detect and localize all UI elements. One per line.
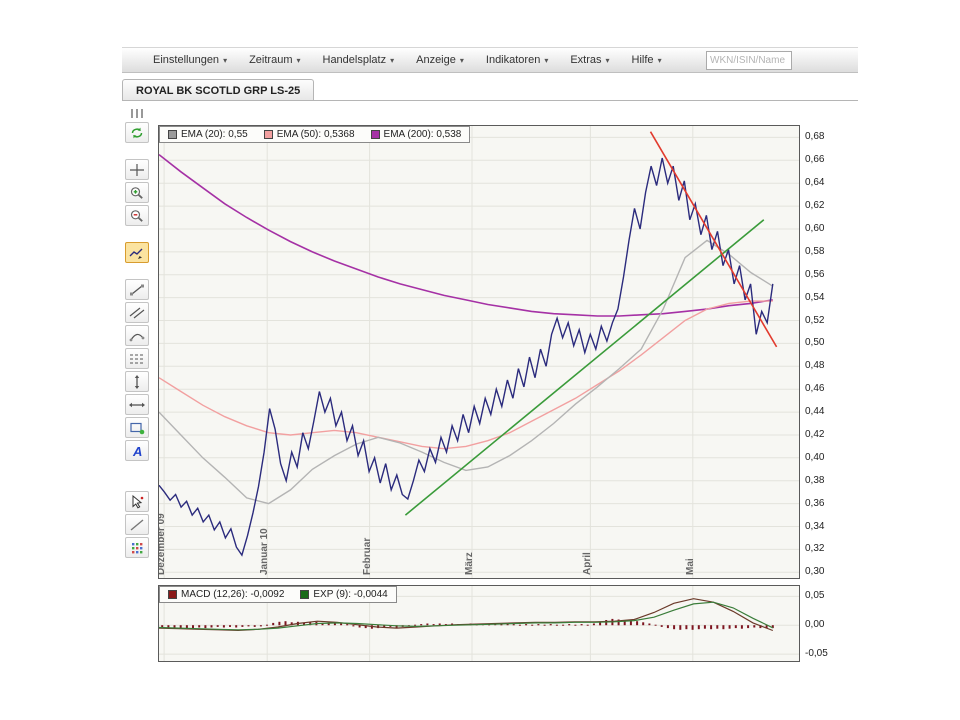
y-tick-label: 0,42: [805, 428, 825, 440]
y-tick-label: 0,32: [805, 543, 825, 555]
month-label: Januar 10: [259, 528, 271, 575]
chevron-down-icon: ▾: [605, 55, 610, 65]
legend-ema20: EMA (20): 0,55: [168, 129, 248, 140]
menu-label: Zeitraum: [249, 54, 293, 66]
horizontal-line-tool-icon[interactable]: [125, 394, 149, 415]
menu-label: Hilfe: [631, 54, 654, 66]
rectangle-tool-icon[interactable]: [125, 417, 149, 438]
legend-label: MACD (12,26): -0,0092: [181, 589, 285, 600]
ema50-swatch: [263, 130, 273, 139]
ema200-swatch: [370, 130, 380, 139]
chart-pointer-tool-icon[interactable]: [125, 242, 149, 263]
crosshair-icon[interactable]: [125, 159, 149, 180]
y-tick-label: 0,60: [805, 222, 825, 234]
chevron-down-icon: ▾: [223, 55, 228, 65]
y-tick-label: 0,64: [805, 177, 825, 189]
main-chart-legend: EMA (20): 0,55 EMA (50): 0,5368 EMA (200…: [159, 126, 471, 143]
y-tick-label: 0,00: [805, 619, 825, 631]
y-tick-label: 0,44: [805, 406, 825, 418]
menu-label: Anzeige: [416, 54, 456, 66]
menu-extras[interactable]: Extras ▾: [559, 54, 620, 66]
chevron-down-icon: ▾: [296, 55, 301, 65]
legend-label: EMA (50): 0,5368: [276, 129, 355, 140]
y-tick-label: 0,68: [805, 131, 825, 143]
month-label: Mai: [684, 558, 696, 575]
svg-text:A: A: [132, 444, 142, 458]
y-tick-label: 0,40: [805, 451, 825, 463]
chevron-down-icon: ▾: [390, 55, 395, 65]
macd-swatch: [168, 590, 177, 599]
macd-plot[interactable]: MACD (12,26): -0,0092 EXP (9): -0,0044: [158, 585, 800, 662]
wkn-search-input[interactable]: [706, 50, 792, 70]
month-label: April: [582, 552, 594, 575]
legend-ema200: EMA (200): 0,538: [370, 129, 462, 140]
legend-exp: EXP (9): -0,0044: [300, 589, 388, 600]
exp-swatch: [300, 590, 310, 599]
zoom-in-icon[interactable]: [125, 182, 149, 203]
zoom-out-icon[interactable]: [125, 205, 149, 226]
legend-ema50: EMA (50): 0,5368: [263, 129, 355, 140]
main-plot[interactable]: EMA (20): 0,55 EMA (50): 0,5368 EMA (200…: [158, 125, 800, 579]
y-tick-label: 0,62: [805, 200, 825, 212]
menu-handelsplatz[interactable]: Handelsplatz ▾: [312, 54, 406, 66]
y-tick-label: 0,66: [805, 154, 825, 166]
menu-label: Handelsplatz: [322, 54, 387, 66]
legend-macd: MACD (12,26): -0,0092: [168, 589, 284, 600]
cursor-tool-icon[interactable]: [125, 491, 149, 512]
y-tick-label: 0,58: [805, 245, 825, 257]
tab-instrument[interactable]: ROYAL BK SCOTLD GRP LS-25: [122, 79, 315, 101]
tab-underline: [122, 100, 858, 101]
main-chart-svg: [159, 126, 799, 578]
y-tick-label: 0,30: [805, 566, 825, 578]
month-label: Februar: [361, 537, 373, 575]
y-tick-label: 0,52: [805, 314, 825, 326]
menubar: Einstellungen ▾ Zeitraum ▾ Handelsplatz ▾ A…: [122, 47, 858, 73]
y-tick-label: 0,54: [805, 291, 825, 303]
macd-y-axis: 0,05 0,00 -0,05: [801, 585, 841, 665]
chevron-down-icon: ▾: [657, 55, 662, 65]
macd-legend: MACD (12,26): -0,0092 EXP (9): -0,0044: [159, 586, 397, 603]
chevron-down-icon: ▾: [544, 55, 549, 65]
menu-anzeige[interactable]: Anzeige ▾: [405, 54, 475, 66]
line-tool-icon[interactable]: [125, 514, 149, 535]
tab-label: ROYAL BK SCOTLD GRP LS-25: [136, 84, 301, 97]
vertical-line-tool-icon[interactable]: [125, 371, 149, 392]
trend-line-tool-icon[interactable]: [125, 279, 149, 300]
arc-tool-icon[interactable]: [125, 325, 149, 346]
horizontal-levels-tool-icon[interactable]: [125, 348, 149, 369]
chevron-down-icon: ▾: [459, 55, 464, 65]
more-tools-icon[interactable]: [125, 537, 149, 558]
main-y-axis: 0,68 0,66 0,64 0,62 0,60 0,58 0,56 0,54 0,52 0,50…: [801, 125, 841, 585]
y-tick-label: 0,48: [805, 360, 825, 372]
month-label: Dezember 09: [158, 513, 168, 575]
legend-label: EMA (20): 0,55: [181, 129, 248, 140]
y-tick-label: 0,36: [805, 497, 825, 509]
y-tick-label: 0,38: [805, 474, 825, 486]
chart-toolbar: A: [123, 107, 151, 559]
menu-einstellungen[interactable]: Einstellungen ▾: [142, 54, 238, 66]
menu-label: Extras: [570, 54, 602, 66]
y-tick-label: 0,34: [805, 520, 825, 532]
menu-indikatoren[interactable]: Indikatoren ▾: [475, 54, 559, 66]
text-tool-icon[interactable]: A: [125, 440, 149, 461]
toolbar-drag-grip-icon[interactable]: [126, 107, 149, 119]
y-tick-label: 0,50: [805, 337, 825, 349]
y-tick-label: 0,56: [805, 268, 825, 280]
ema20-swatch: [168, 130, 177, 139]
month-label: März: [463, 552, 475, 575]
legend-label: EMA (200): 0,538: [383, 129, 462, 140]
refresh-icon[interactable]: [125, 122, 149, 143]
parallel-channel-tool-icon[interactable]: [125, 302, 149, 323]
y-tick-label: -0,05: [805, 648, 828, 660]
y-tick-label: 0,46: [805, 383, 825, 395]
app-window: { "menubar": { "items": [ {"label": "Ein…: [0, 0, 960, 720]
menu-label: Indikatoren: [485, 54, 541, 66]
menu-zeitraum[interactable]: Zeitraum ▾: [238, 54, 311, 66]
y-tick-label: 0,05: [805, 590, 825, 602]
menu-hilfe[interactable]: Hilfe ▾: [621, 54, 673, 66]
legend-label: EXP (9): -0,0044: [313, 589, 388, 600]
menu-label: Einstellungen: [153, 54, 220, 66]
